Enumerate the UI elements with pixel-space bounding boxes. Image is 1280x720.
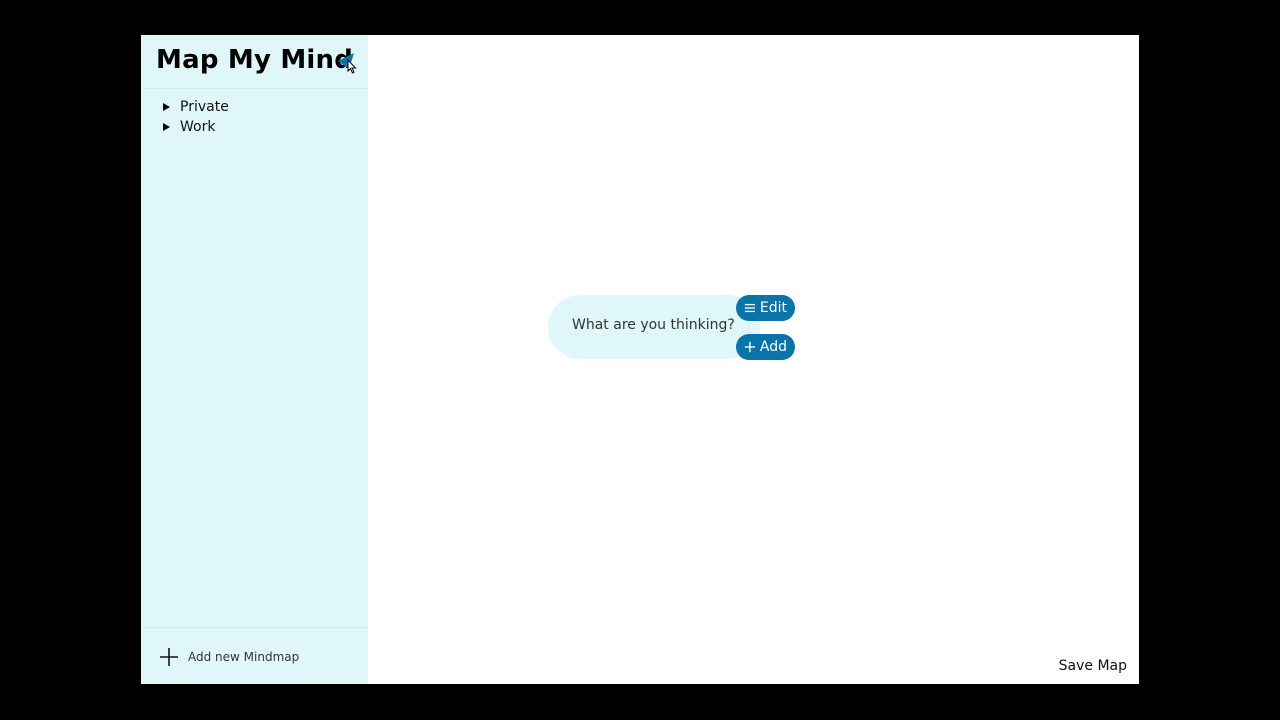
add-mindmap-label: Add new Mindmap <box>188 650 300 664</box>
sidebar: Map My Mind Private Work Add new Mindmap <box>141 35 368 684</box>
mindmap-canvas[interactable]: What are you thinking? Edit Add Save Map <box>368 35 1139 684</box>
triangle-right-icon <box>163 123 170 131</box>
menu-lines-icon <box>744 303 756 313</box>
plus-icon <box>160 648 178 666</box>
plus-icon <box>744 341 756 353</box>
triangle-right-icon <box>163 103 170 111</box>
node-text: What are you thinking? <box>572 317 735 333</box>
tree-item-private[interactable]: Private <box>163 97 229 117</box>
tree-item-label: Private <box>180 99 229 115</box>
collapse-sidebar-button[interactable] <box>336 51 360 75</box>
app-title: Map My Mind <box>156 45 354 75</box>
sidebar-footer: Add new Mindmap <box>141 627 368 684</box>
add-mindmap-button[interactable]: Add new Mindmap <box>159 647 299 667</box>
edit-node-button[interactable]: Edit <box>736 295 795 321</box>
sidebar-header: Map My Mind <box>141 35 368 89</box>
add-label: Add <box>759 339 787 355</box>
save-map-button[interactable]: Save Map <box>1059 658 1127 674</box>
mindmap-tree: Private Work <box>163 97 229 137</box>
tree-item-label: Work <box>180 119 216 135</box>
edit-label: Edit <box>759 300 787 316</box>
triangle-left-icon <box>338 53 357 74</box>
add-node-button[interactable]: Add <box>736 334 795 360</box>
root-node[interactable]: What are you thinking? <box>548 295 760 359</box>
tree-item-work[interactable]: Work <box>163 117 229 137</box>
app-window: Map My Mind Private Work Add new Mindmap… <box>141 35 1139 684</box>
